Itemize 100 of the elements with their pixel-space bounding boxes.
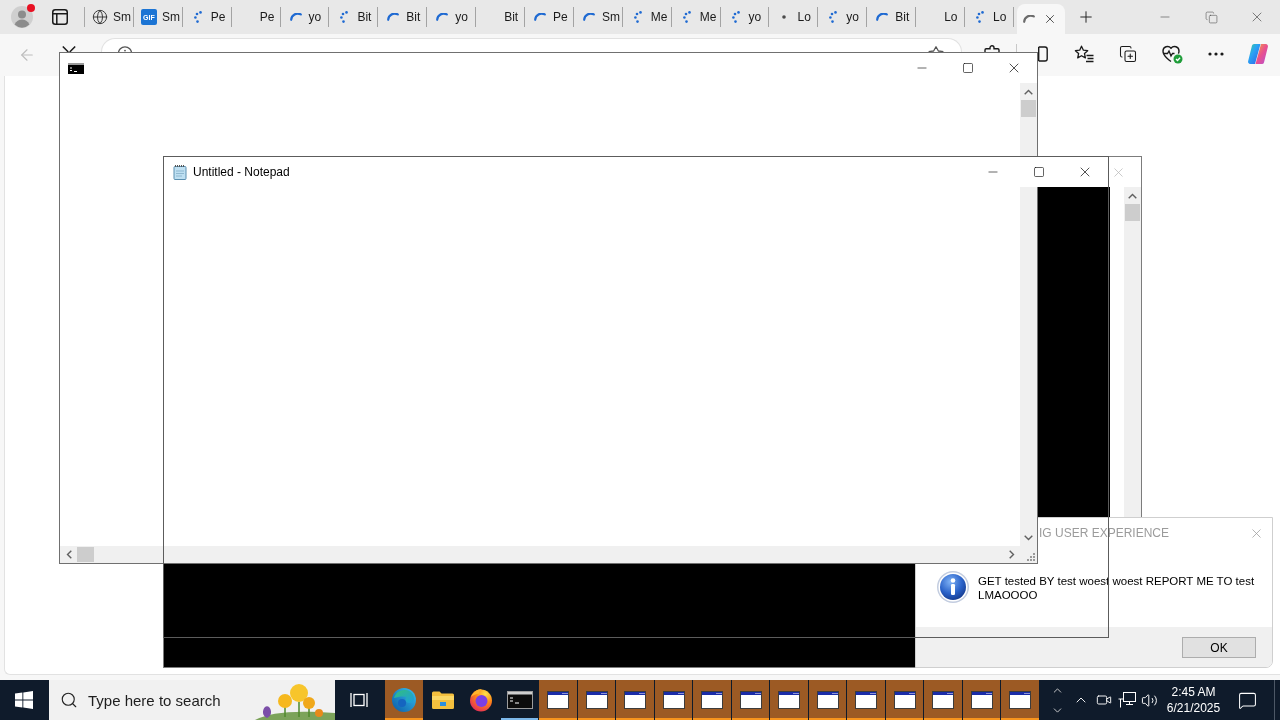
- browser-tab[interactable]: yo: [280, 0, 330, 34]
- window-icon: [547, 691, 570, 709]
- window-icon: [701, 691, 724, 709]
- extensions-button[interactable]: [983, 45, 1001, 52]
- resize-grip-icon[interactable]: [1027, 553, 1035, 561]
- window-icon: [932, 691, 955, 709]
- window-icon: [816, 691, 839, 709]
- horizontal-scrollbar[interactable]: [60, 546, 1020, 563]
- scrollbar-thumb[interactable]: [1125, 204, 1140, 221]
- scrollbar-thumb[interactable]: [1021, 100, 1036, 117]
- window-icon: [624, 691, 647, 709]
- taskbar-app-button[interactable]: [577, 680, 616, 720]
- heart-pulse-icon: [1161, 44, 1183, 64]
- taskbar-app-button[interactable]: [770, 680, 809, 720]
- loading-spinner-icon: [289, 13, 302, 21]
- browser-tab[interactable]: Bit: [476, 0, 525, 34]
- taskbar-app-button[interactable]: [962, 680, 1001, 720]
- taskbar-app-button[interactable]: [385, 680, 424, 720]
- taskbar-app-button[interactable]: [1001, 680, 1040, 720]
- maximize-icon: [962, 62, 974, 74]
- window-icon: [739, 691, 762, 709]
- loading-dots-icon: [193, 11, 202, 23]
- collections-icon: [1119, 45, 1137, 63]
- folder-icon: [430, 690, 455, 710]
- fox-browser-logo-icon: [469, 688, 494, 712]
- loading-dots-icon: [976, 11, 985, 23]
- browser-tab[interactable]: Sm: [573, 0, 623, 34]
- loading-spinner-icon: [534, 13, 546, 21]
- browser-tab[interactable]: Lo: [916, 0, 966, 34]
- stop-icon: [62, 46, 76, 52]
- info-icon[interactable]: [118, 46, 132, 52]
- ok-button[interactable]: OK: [1182, 637, 1256, 658]
- taskbar-app-button[interactable]: [847, 680, 886, 720]
- taskbar-app-button[interactable]: [808, 680, 847, 720]
- loading-spinner-icon: [436, 13, 449, 21]
- window-title: Untitled - Notepad: [193, 165, 290, 179]
- assistant-logo-icon: [1247, 43, 1269, 65]
- search-field[interactable]: Type here to search: [49, 680, 335, 720]
- volume-icon: [1141, 691, 1158, 709]
- browser-tab[interactable]: Pe: [182, 0, 232, 34]
- globe-icon: [92, 9, 108, 25]
- browser-tab[interactable]: Lo: [769, 0, 819, 34]
- taskbar-app-button[interactable]: [616, 680, 655, 720]
- browser-tab[interactable]: yo: [427, 0, 477, 34]
- browser-tab[interactable]: Bit: [378, 0, 428, 34]
- browser-tab[interactable]: Bit: [867, 0, 917, 34]
- loading-spinner-icon: [387, 13, 400, 21]
- browser-tab[interactable]: [1016, 4, 1065, 34]
- loading-spinner-icon: [582, 13, 595, 21]
- plus-icon: [1077, 8, 1095, 26]
- window-icon: [585, 691, 608, 709]
- taskbar-app-button[interactable]: [693, 680, 732, 720]
- puzzle-icon: [983, 45, 1001, 52]
- stop-button[interactable]: [62, 46, 76, 52]
- loading-dots-icon: [731, 11, 740, 23]
- loading-dots-icon: [633, 11, 642, 23]
- network-icon: [1117, 692, 1136, 708]
- more-icon: [1208, 52, 1224, 56]
- browser-tab[interactable]: yo: [720, 0, 770, 34]
- loading-spinner-icon: [876, 13, 889, 21]
- notifications-icon: [1238, 690, 1257, 710]
- tab-actions-icon: [52, 9, 68, 25]
- avatar-icon: [11, 6, 33, 28]
- loading-dots-icon: [682, 11, 691, 23]
- console-icon: [68, 62, 84, 74]
- window-icon: [662, 691, 685, 709]
- restore-icon: [1204, 10, 1218, 24]
- browser-tab[interactable]: Pe: [525, 0, 574, 34]
- window-icon: [855, 691, 878, 709]
- browser-tab[interactable]: Lo: [965, 0, 1014, 34]
- console-icon: [506, 691, 533, 709]
- clock[interactable]: 2:45 AM 6/21/2025: [1163, 680, 1224, 720]
- window-icon: [778, 691, 801, 709]
- browser-tab[interactable]: Pe: [231, 0, 281, 34]
- window-icon: [893, 691, 916, 709]
- browser-tab[interactable]: Sm: [85, 0, 134, 34]
- loading-dots-icon: [829, 11, 838, 23]
- browser-tab[interactable]: Bit: [329, 0, 379, 34]
- taskbar-app-button[interactable]: [924, 680, 963, 720]
- camera-icon: [1095, 692, 1112, 708]
- split-screen-icon: [1038, 46, 1048, 62]
- search-icon: [60, 691, 78, 709]
- browser-tab[interactable]: Me: [622, 0, 672, 34]
- taskbar-app-button[interactable]: [885, 680, 924, 720]
- taskbar-app-button[interactable]: [539, 680, 578, 720]
- window-icon: [1009, 691, 1032, 709]
- window-icon: [970, 691, 993, 709]
- dialog-message: GET tested BY test woest woest REPORT ME TO test LMAOOOO: [978, 574, 1256, 602]
- scrollbar-thumb[interactable]: [77, 547, 94, 562]
- notepad-icon: [172, 164, 188, 180]
- dot-icon: [782, 15, 787, 19]
- favorites-icon: [1074, 45, 1094, 63]
- browser-tab[interactable]: yo: [818, 0, 868, 34]
- vertical-scrollbar[interactable]: [1020, 83, 1037, 546]
- taskbar-app-button[interactable]: [654, 680, 693, 720]
- browser-tab[interactable]: Me: [671, 0, 721, 34]
- taskbar-app-button[interactable]: [731, 680, 770, 720]
- maximize-icon: [1033, 166, 1045, 178]
- loading-dots-icon: [340, 11, 349, 23]
- task-view-icon: [350, 692, 368, 708]
